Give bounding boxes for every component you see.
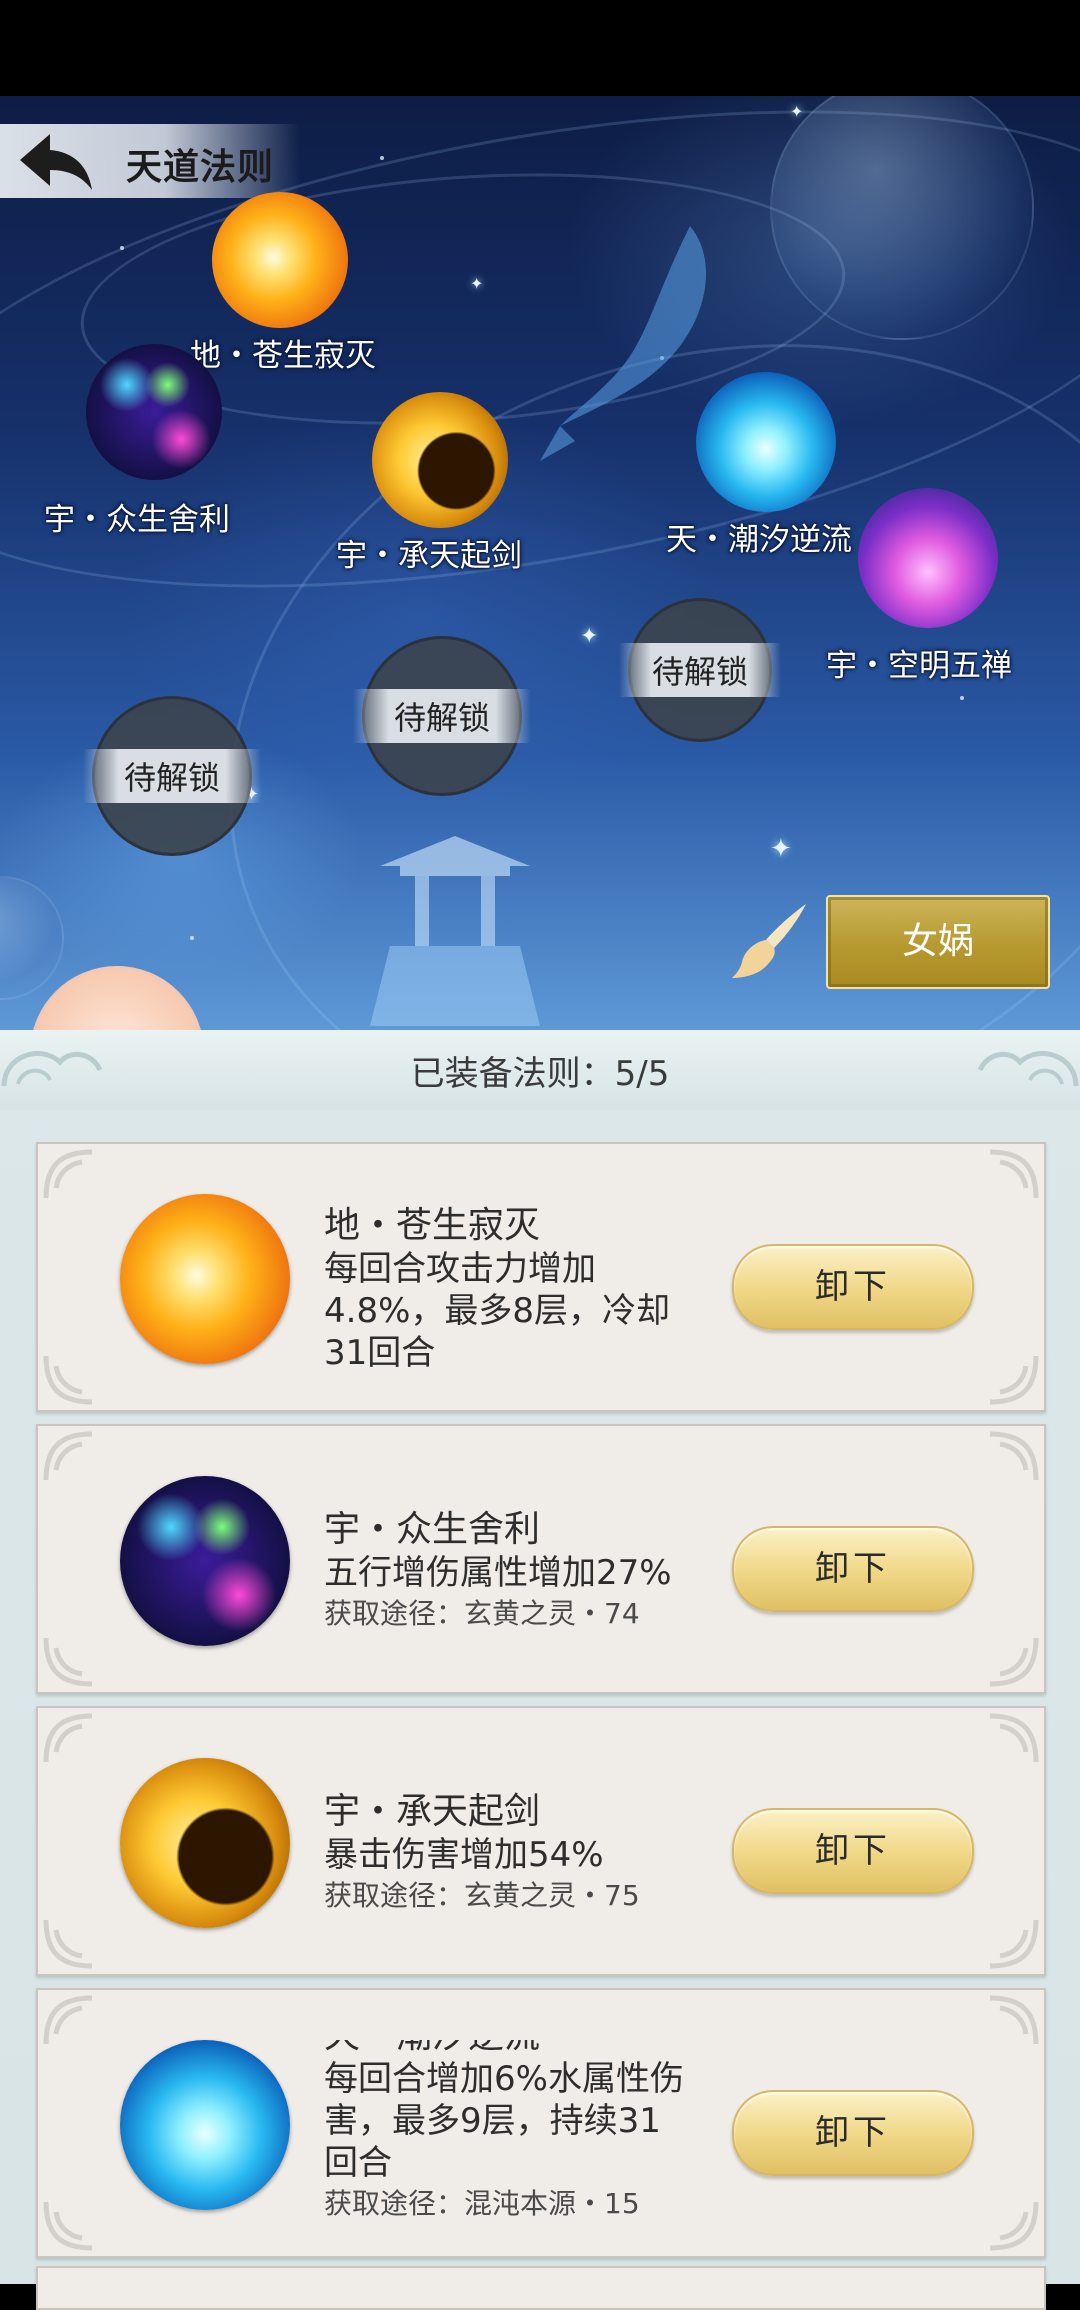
brush-icon[interactable] [732, 900, 810, 980]
corner-ornament-icon [989, 1355, 1039, 1405]
star-sparkle: ✦ [470, 274, 484, 293]
star-sparkle: ✦ [580, 624, 599, 649]
cosmic-orbs-icon [120, 1476, 290, 1646]
fire-burst-icon [120, 1194, 290, 1364]
unequip-button[interactable]: 卸下 [732, 1244, 974, 1330]
rule-info-scroll: 天・潮汐逆流 每回合增加6%水属性伤害，最多9层，持续31回合 获取途径：混沌本… [324, 2040, 764, 2218]
map-node-label: 天・潮汐逆流 [666, 522, 852, 558]
corner-ornament-icon [989, 1149, 1039, 1199]
rule-name: 宇・众生舍利 [324, 1509, 541, 1550]
rule-info: 宇・众生舍利 五行增伤属性增加27% 获取途径：玄黄之灵・74 [324, 1508, 764, 1634]
map-node-fire-burst[interactable] [212, 192, 348, 328]
map-node-water-swirl[interactable] [696, 372, 836, 512]
rule-card: 宇・承天起剑 暴击伤害增加54% 获取途径：玄黄之灵・75 卸下 [36, 1706, 1046, 1976]
star-dot [960, 696, 964, 700]
locked-label: 待解锁 [83, 749, 261, 803]
corner-ornament-icon [43, 2201, 93, 2251]
unequip-button[interactable]: 卸下 [732, 1808, 974, 1894]
map-node-label: 宇・众生舍利 [44, 502, 230, 538]
corner-ornament-icon [989, 1637, 1039, 1687]
star-dot [120, 246, 124, 250]
corner-ornament-icon [43, 1637, 93, 1687]
star-dot [380, 156, 384, 160]
map-node-label: 宇・承天起剑 [336, 538, 522, 574]
corner-ornament-icon [43, 1919, 93, 1969]
corner-ornament-icon [43, 1431, 93, 1481]
page-title: 天道法则 [126, 147, 275, 188]
rule-card: 地・苍生寂灭 每回合攻击力增加4.8%，最多8层，冷却31回合 卸下 [36, 1142, 1046, 1412]
rule-card: 宇・众生舍利 五行增伤属性增加27% 获取途径：玄黄之灵・74 卸下 [36, 1424, 1046, 1694]
back-arrow-icon[interactable] [16, 128, 96, 194]
corner-ornament-icon [989, 1919, 1039, 1969]
locked-label: 待解锁 [353, 689, 531, 743]
star-sparkle: ✦ [770, 834, 792, 864]
map-node-crystal-pillars[interactable] [858, 488, 998, 628]
rule-source: 获取途径：玄黄之灵・75 [324, 1879, 640, 1912]
corner-ornament-icon [989, 1431, 1039, 1481]
locked-slot[interactable]: 待解锁 [353, 636, 531, 796]
rule-description: 每回合攻击力增加4.8%，最多8层，冷却31回合 [324, 1249, 671, 1373]
status-bar [0, 0, 1080, 96]
corner-ornament-icon [989, 2201, 1039, 2251]
corner-ornament-icon [989, 1713, 1039, 1763]
map-node-golden-crescent[interactable] [372, 392, 508, 528]
rule-name: 宇・承天起剑 [324, 1791, 541, 1832]
rule-source: 获取途径：混沌本源・15 [324, 2187, 640, 2218]
rule-card-partial [36, 2266, 1046, 2310]
corner-ornament-icon [43, 1995, 93, 2045]
corner-ornament-icon [43, 1713, 93, 1763]
unequip-button[interactable]: 卸下 [732, 1526, 974, 1612]
map-node-cosmic-orbs[interactable] [86, 344, 222, 480]
equipped-count: 已装备法则：5/5 [410, 1054, 670, 1094]
map-node-label: 宇・空明五禅 [826, 648, 1012, 684]
rule-info: 地・苍生寂灭 每回合攻击力增加4.8%，最多8层，冷却31回合 [324, 1204, 684, 1374]
rule-description: 暴击伤害增加54% [324, 1835, 604, 1875]
unequip-button[interactable]: 卸下 [732, 2090, 974, 2176]
rule-description: 每回合增加6%水属性伤害，最多9层，持续31回合 [324, 2059, 684, 2183]
pavilion-decoration [370, 836, 540, 1026]
moon-decoration [30, 966, 204, 1036]
rule-info: 宇・承天起剑 暴击伤害增加54% 获取途径：玄黄之灵・75 [324, 1790, 764, 1916]
corner-ornament-icon [989, 1995, 1039, 2045]
locked-slot[interactable]: 待解锁 [619, 598, 781, 742]
rule-card: 天・潮汐逆流 每回合增加6%水属性伤害，最多9层，持续31回合 获取途径：混沌本… [36, 1988, 1046, 2258]
corner-ornament-icon [43, 1149, 93, 1199]
golden-crescent-icon [120, 1758, 290, 1928]
star-sparkle: ✦ [790, 102, 804, 121]
corner-ornament-icon [43, 1355, 93, 1405]
character-select-button[interactable]: 女娲 [826, 895, 1050, 989]
water-swirl-icon [120, 2040, 290, 2210]
rule-name: 地・苍生寂灭 [324, 1205, 541, 1246]
rule-name: 天・潮汐逆流 [324, 2040, 764, 2058]
star-dot [190, 936, 194, 940]
planet-decoration [0, 876, 64, 1000]
locked-label: 待解锁 [619, 643, 781, 697]
rule-description: 五行增伤属性增加27% [324, 1553, 672, 1593]
rule-source: 获取途径：玄黄之灵・74 [324, 1597, 640, 1630]
rule-info: 天・潮汐逆流 每回合增加6%水属性伤害，最多9层，持续31回合 获取途径：混沌本… [324, 2040, 764, 2218]
map-node-label: 地・苍生寂灭 [190, 338, 376, 374]
locked-slot[interactable]: 待解锁 [83, 696, 261, 856]
